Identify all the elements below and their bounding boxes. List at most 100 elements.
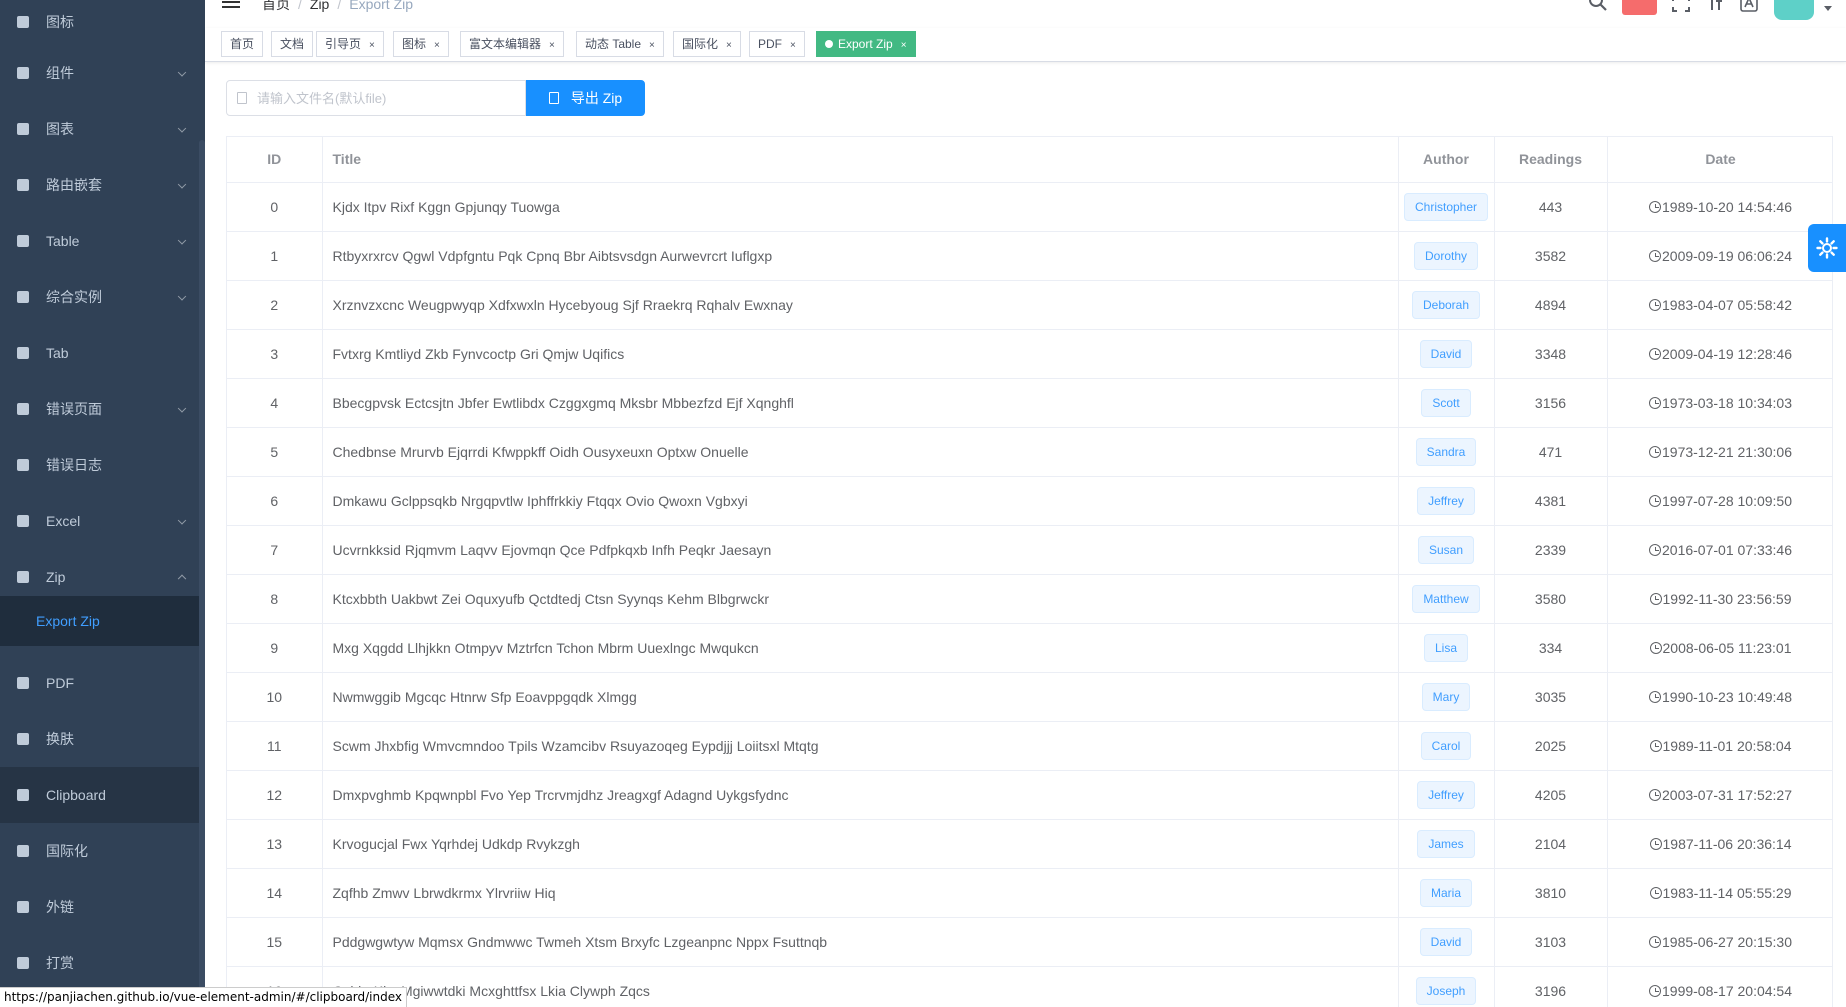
author-tag: Sandra [1415,437,1477,466]
table-row[interactable]: 11 Scwm Jhxbfig Wmvcmndoo Tpils Wzamcibv … [227,721,1832,771]
tag-4[interactable]: 图标 × [393,31,449,57]
tag-9[interactable]: Export Zip × [816,31,916,57]
sidebar-item-错误页面[interactable]: 错误页面 [0,381,205,437]
close-icon[interactable]: × [549,40,555,51]
table-row[interactable]: 0 Kjdx Itpv Rixf Kggn Gpjunqy Tuowga Chris… [227,182,1832,232]
settings-button[interactable] [1808,224,1846,272]
cell-author: David [1398,917,1495,967]
table-row[interactable]: 12 Dmxpvghmb Kpqwnpbl Fvo Yep Trcrvmjdhz … [227,770,1832,820]
table-row[interactable]: 14 Zqfhb Zmwv Lbrwdkrmx Ylrvriiw Hiq Maria… [227,868,1832,918]
table-row[interactable]: 3 Fvtxrg Kmtliyd Zkb Fynvcoctp Gri Qmjw U… [227,329,1832,379]
tag-3[interactable]: 引导页 × [316,31,384,57]
table-row[interactable]: 13 Krvogucjal Fwx Yqrhdej Udkdp Rvykzgh Ja… [227,819,1832,869]
avatar[interactable] [1774,0,1814,20]
hamburger-icon[interactable] [222,0,240,8]
export-zip-button[interactable]: 导出 Zip [526,80,645,116]
sidebar-item-图标[interactable]: 图标 [0,0,205,50]
sidebar-item-综合实例[interactable]: 综合实例 [0,269,205,325]
sidebar-scrollbar[interactable] [199,140,205,1000]
filename-field[interactable] [226,80,526,116]
cell-date: 2009-09-19 06:06:24 [1607,231,1832,281]
table-row[interactable]: 5 Chedbnse Mrurvb Ejqrrdi Kfwppkff Oidh O… [227,427,1832,477]
sidebar-item-外链[interactable]: 外链 [0,879,205,935]
sidebar-item-打赏[interactable]: 打赏 [0,935,205,991]
search-icon[interactable] [1588,0,1608,12]
table-row[interactable]: 7 Ucvrnkksid Rjqmvm Laqvv Ejovmqn Qce Pdf… [227,525,1832,575]
breadcrumb-home[interactable]: 首页 [262,0,290,12]
close-icon[interactable]: × [434,40,440,51]
sidebar-item-excel[interactable]: Excel [0,493,205,549]
table-row[interactable]: 16Qxbkr Kky Mgiwwtdki Mcxghttfsx Lkia Cl… [227,966,1832,1007]
cell-title: Chedbnse Mrurvb Ejqrrdi Kfwppkff Oidh Ou… [322,427,1399,477]
close-icon[interactable]: × [649,40,655,51]
fullscreen-icon[interactable] [1672,0,1690,12]
clock-icon [1649,837,1662,850]
date-text: 1997-07-28 10:09:50 [1662,492,1792,509]
sidebar-item-国际化[interactable]: 国际化 [0,823,205,879]
table-row[interactable]: 6 Dmkawu Gclppsqkb Nrgqpvtlw Iphffrkkiy F… [227,476,1832,526]
sidebar-item-换肤[interactable]: 换肤 [0,711,205,767]
cell-date: 2008-06-05 11:23:01 [1607,623,1832,673]
tab-icon [16,346,30,360]
date-text: 2009-04-19 12:28:46 [1662,345,1792,362]
tag-1[interactable]: 首页 [221,31,264,57]
cell-readings: 334 [1494,623,1608,673]
table-row[interactable]: 9 Mxg Xqgdd Llhjkkn Otmpyv Mztrfcn Tchon … [227,623,1832,673]
cell-id: 11 [227,721,323,771]
error-log-badge[interactable] [1622,0,1657,15]
table-row[interactable]: 4 Bbecgpvsk Ectcsjtn Jbfer Ewtlibdx Czggx… [227,378,1832,428]
close-icon[interactable]: × [790,40,796,51]
language-icon[interactable] [1740,0,1758,12]
filename-input[interactable] [257,81,517,115]
cell-id: 1 [227,231,323,281]
author-tag: Deborah [1411,290,1481,319]
chevron-down-icon [177,292,187,301]
table-row[interactable]: 2 Xrznvzxcnc Weugpwyqp Xdfxwxln Hycebyoug… [227,280,1832,330]
close-icon[interactable]: × [901,40,907,51]
size-select-icon[interactable] [1705,0,1723,12]
sidebar-item-label: 综合实例 [46,289,102,305]
sidebar-item-clipboard[interactable]: Clipboard [0,767,205,823]
table-row[interactable]: 8 Ktcxbbth Uakbwt Zei Oquxyufb Qctdtedj C… [227,574,1832,624]
sidebar-item-pdf[interactable]: PDF [0,655,205,711]
sidebar-item-组件[interactable]: 组件 [0,45,205,101]
avatar-caret-icon[interactable] [1824,6,1832,11]
sidebar-item-路由嵌套[interactable]: 路由嵌套 [0,157,205,213]
tag-label: 图标 [402,37,427,51]
cell-date: 2016-07-01 07:33:46 [1607,525,1832,575]
breadcrumb-parent[interactable]: Zip [310,0,329,12]
cell-date: 1999-08-17 20:04:54 [1607,966,1832,1007]
tag-label: 国际化 [682,37,719,51]
cell-author: Joseph [1398,966,1495,1007]
close-icon[interactable]: × [726,40,732,51]
chevron-down-icon [177,124,187,133]
sidebar-item-图表[interactable]: 图表 [0,101,205,157]
sidebar-item-错误日志[interactable]: 错误日志 [0,437,205,493]
tag-7[interactable]: 国际化 × [673,31,741,57]
cell-id: 15 [227,917,323,967]
author-tag: David [1419,927,1473,956]
tag-6[interactable]: 动态 Table × [576,31,664,57]
zip-icon [16,570,30,584]
cell-id: 12 [227,770,323,820]
table-row[interactable]: 10 Nwmwggib Mgcqc Htnrw Sfp Eoavppgqdk Xl… [227,672,1832,722]
sidebar-item-tab[interactable]: Tab [0,325,205,381]
sidebar-item-export-zip[interactable]: Export Zip [0,596,205,646]
icon-icon [16,15,30,29]
tag-5[interactable]: 富文本编辑器 × [460,31,564,57]
tag-8[interactable]: PDF × [749,31,805,57]
author-tag: Jeffrey [1417,486,1475,515]
sidebar-item-table[interactable]: Table [0,213,205,269]
cell-readings: 3196 [1494,966,1608,1007]
tag-label: 动态 Table [585,37,642,51]
table-row[interactable]: 1 Rtbyxrxrcv Qgwl Vdpfgntu Pqk Cpnq Bbr A… [227,231,1832,281]
cell-author: Mary [1398,672,1495,722]
link-icon [16,900,30,914]
tag-2[interactable]: 文档 [271,31,314,57]
clock-icon [1649,935,1661,948]
table-row[interactable]: 15 Pddgwgwtyw Mqmsx Gndmwwc Twmeh Xtsm Br… [227,917,1832,967]
close-icon[interactable]: × [369,40,375,51]
date-text: 2003-07-31 17:52:27 [1662,786,1792,803]
cell-date: 1973-12-21 21:30:06 [1607,427,1832,477]
clock-icon [1649,690,1661,703]
